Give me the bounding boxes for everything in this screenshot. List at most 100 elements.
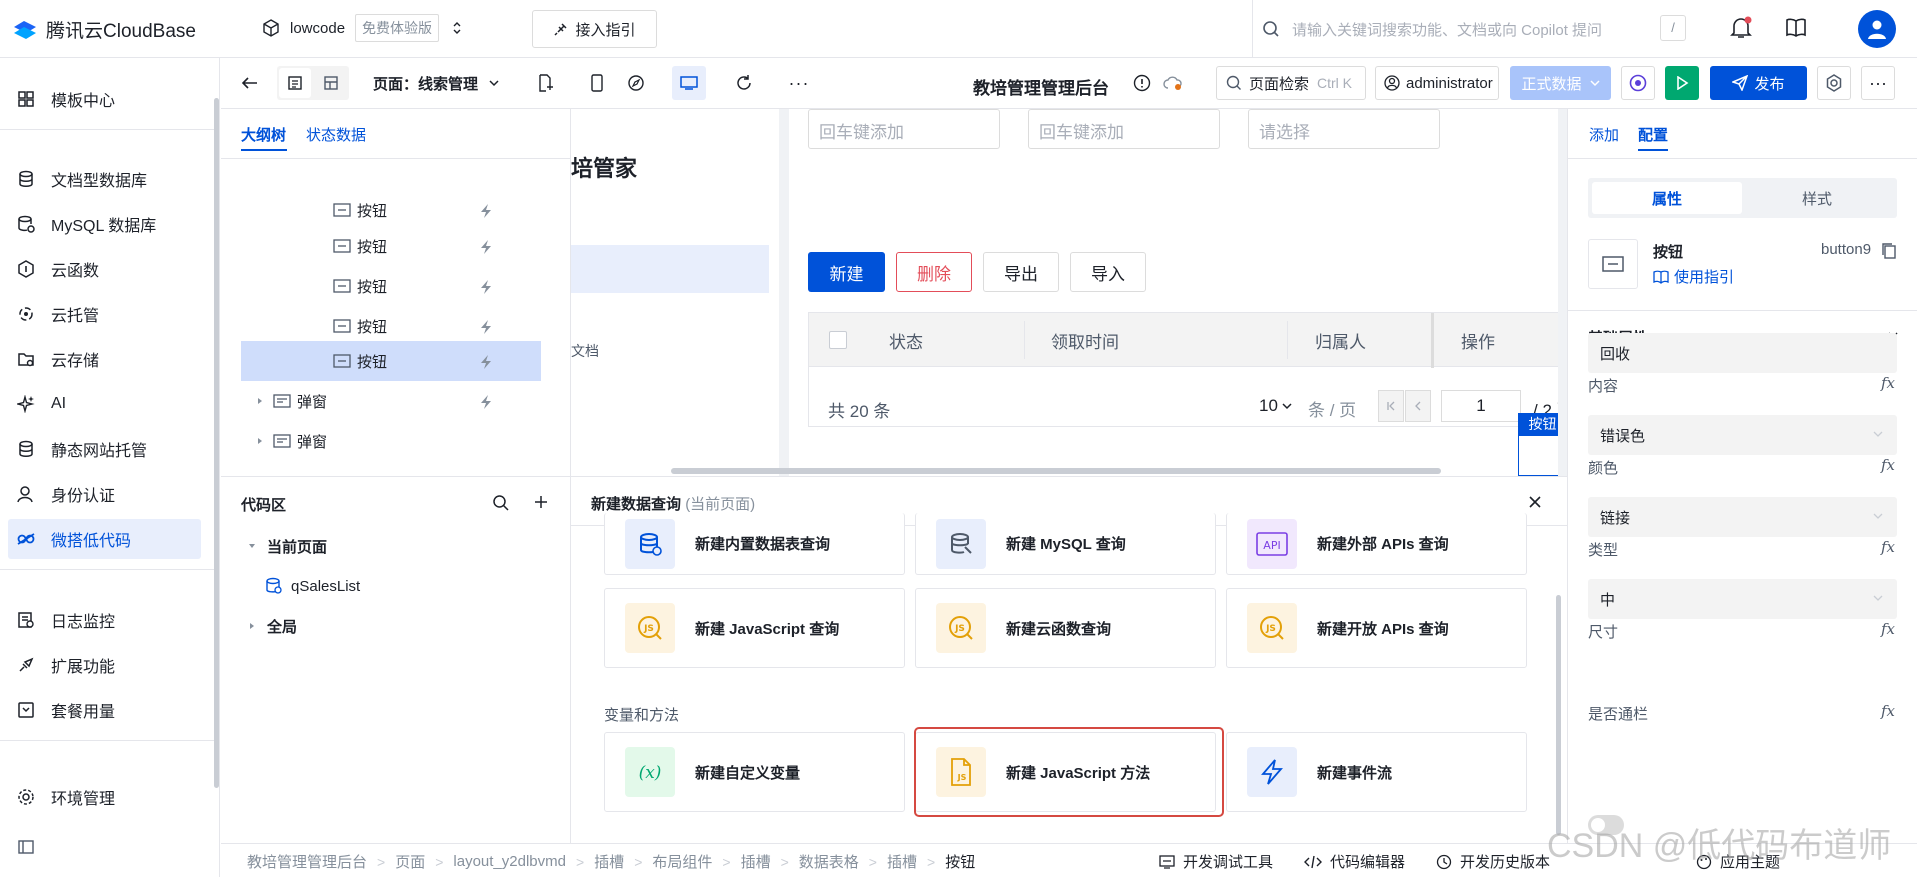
prop-color-select[interactable]: 错误色: [1588, 415, 1897, 455]
lightning-icon[interactable]: [479, 394, 493, 410]
settings-button[interactable]: [1817, 66, 1851, 100]
breadcrumb-item[interactable]: 教培管理管理后台: [247, 851, 367, 872]
lightning-icon[interactable]: [479, 239, 493, 255]
card-open-api-query[interactable]: JS 新建开放 APIs 查询: [1226, 588, 1527, 668]
lightning-icon[interactable]: [479, 354, 493, 370]
cloud-status[interactable]: [1160, 66, 1186, 100]
back-button[interactable]: [235, 66, 265, 100]
env-selector[interactable]: lowcode 免费体验版: [262, 14, 463, 42]
nav-item-mysql[interactable]: MySQL 数据库: [8, 204, 201, 244]
close-button[interactable]: [1528, 495, 1542, 509]
fx-type-button[interactable]: fx: [1881, 538, 1895, 556]
breadcrumb-item[interactable]: 数据表格: [799, 851, 859, 872]
card-mysql-query[interactable]: 新建 MySQL 查询: [915, 513, 1216, 575]
nav-item-website[interactable]: 静态网站托管: [8, 429, 201, 469]
tab-outline[interactable]: 大纲树: [241, 124, 286, 145]
nav-item-functions[interactable]: 云函数: [8, 249, 201, 289]
search-input[interactable]: 请输入关键词搜索功能、文档或向 Copilot 提问: [1292, 19, 1602, 40]
nav-item-ai[interactable]: AI: [8, 384, 201, 424]
caret-right-icon[interactable]: [255, 436, 265, 446]
caret-right-icon[interactable]: [255, 396, 265, 406]
collapse-nav-button[interactable]: [18, 840, 34, 854]
brand-logo[interactable]: 腾讯云CloudBase: [12, 16, 196, 43]
page-input[interactable]: 1: [1441, 390, 1521, 422]
tab-add[interactable]: 添加: [1589, 124, 1619, 145]
mobile-view-button[interactable]: [581, 66, 613, 100]
seg-styles[interactable]: 样式: [1742, 182, 1892, 214]
tree-node-modal[interactable]: 弹窗: [255, 422, 575, 460]
code-tree-current-page[interactable]: 当前页面: [247, 527, 327, 565]
card-js-query[interactable]: JS 新建 JavaScript 查询: [604, 588, 905, 668]
code-tree-query-item[interactable]: qSalesList: [265, 567, 360, 605]
preview-button[interactable]: [1621, 66, 1655, 100]
nav-item-storage[interactable]: 云存储: [8, 339, 201, 379]
breadcrumb-item[interactable]: 插槽: [887, 851, 917, 872]
more-button[interactable]: ···: [783, 66, 815, 100]
nav-item-templates[interactable]: 模板中心: [8, 79, 201, 119]
seg-props[interactable]: 属性: [1592, 182, 1742, 214]
layout-view-button[interactable]: [315, 68, 347, 98]
page-size-select[interactable]: 10: [1259, 396, 1292, 416]
tab-config[interactable]: 配置: [1638, 124, 1668, 145]
info-button[interactable]: [1129, 66, 1155, 100]
prop-size-select[interactable]: 中: [1588, 579, 1897, 619]
nav-item-extensions[interactable]: 扩展功能: [8, 645, 201, 685]
lightning-icon[interactable]: [479, 319, 493, 335]
code-tree-global[interactable]: 全局: [247, 607, 297, 645]
select-all-checkbox[interactable]: [829, 331, 847, 349]
filter-select[interactable]: 请选择: [1248, 109, 1440, 149]
nav-item-logs[interactable]: 日志监控: [8, 600, 201, 640]
breadcrumb-item[interactable]: layout_y2dlbvmd: [453, 853, 566, 870]
lightning-icon[interactable]: [479, 279, 493, 295]
outline-view-button[interactable]: [279, 68, 311, 98]
card-builtin-db-query[interactable]: 新建内置数据表查询: [604, 513, 905, 575]
nav-scrollbar[interactable]: [214, 98, 219, 788]
nav-item-env[interactable]: 环境管理: [8, 777, 201, 817]
card-external-api-query[interactable]: API 新建外部 APIs 查询: [1226, 513, 1527, 575]
new-button[interactable]: 新建: [808, 252, 885, 292]
avatar[interactable]: [1858, 10, 1896, 48]
tree-node-modal[interactable]: 弹窗: [255, 382, 575, 420]
add-page-button[interactable]: [529, 66, 561, 100]
code-editor-button[interactable]: 代码编辑器: [1304, 851, 1405, 872]
nav-item-cloudrun[interactable]: 云托管: [8, 294, 201, 334]
prop-type-select[interactable]: 链接: [1588, 497, 1897, 537]
theme-button[interactable]: 应用主题: [1696, 851, 1780, 872]
docs-button[interactable]: [1785, 18, 1807, 38]
first-page-button[interactable]: [1378, 390, 1404, 422]
desktop-view-button[interactable]: [672, 66, 706, 100]
run-button[interactable]: [1665, 66, 1699, 100]
data-mode-selector[interactable]: 正式数据: [1510, 66, 1611, 100]
lightning-icon[interactable]: [479, 203, 493, 219]
breadcrumb-item[interactable]: 插槽: [741, 851, 771, 872]
block-toggle[interactable]: [1588, 815, 1624, 835]
export-button[interactable]: 导出: [983, 252, 1059, 292]
publish-button[interactable]: 发布: [1710, 66, 1807, 100]
filter-input-1[interactable]: 回车键添加: [808, 109, 1000, 149]
code-search-button[interactable]: [492, 494, 510, 512]
card-cloud-function-query[interactable]: JS 新建云函数查询: [915, 588, 1216, 668]
fx-content-button[interactable]: fx: [1881, 374, 1895, 392]
breadcrumb-item[interactable]: 插槽: [594, 851, 624, 872]
fx-color-button[interactable]: fx: [1881, 456, 1895, 474]
import-button[interactable]: 导入: [1070, 252, 1146, 292]
design-canvas[interactable]: 培管家 文档 回车键添加 回车键添加 请选择 新建 删除 导出 导入 状态 领取…: [571, 109, 1567, 476]
card-custom-variable[interactable]: (x) 新建自定义变量: [604, 732, 905, 812]
page-search-button[interactable]: 页面检索 Ctrl K: [1216, 66, 1366, 100]
more-menu-button[interactable]: ···: [1861, 66, 1895, 100]
tablet-view-button[interactable]: [620, 66, 652, 100]
breadcrumb-item-current[interactable]: 按钮: [945, 851, 975, 872]
notification-bell[interactable]: [1730, 16, 1752, 40]
prev-page-button[interactable]: [1405, 390, 1431, 422]
usage-guide-link[interactable]: 使用指引: [1653, 266, 1734, 287]
refresh-button[interactable]: [728, 66, 760, 100]
page-selector[interactable]: 页面：线索管理: [367, 66, 506, 100]
breadcrumb-item[interactable]: 页面: [395, 851, 425, 872]
guide-button[interactable]: 接入指引: [532, 10, 657, 48]
user-selector[interactable]: administrator: [1375, 66, 1499, 100]
nav-item-usage[interactable]: 套餐用量: [8, 690, 201, 730]
breadcrumb-item[interactable]: 布局组件: [652, 851, 712, 872]
dev-tools-button[interactable]: 开发调试工具: [1159, 851, 1273, 872]
fx-block-button[interactable]: fx: [1881, 702, 1895, 720]
copy-id-button[interactable]: [1881, 242, 1897, 260]
